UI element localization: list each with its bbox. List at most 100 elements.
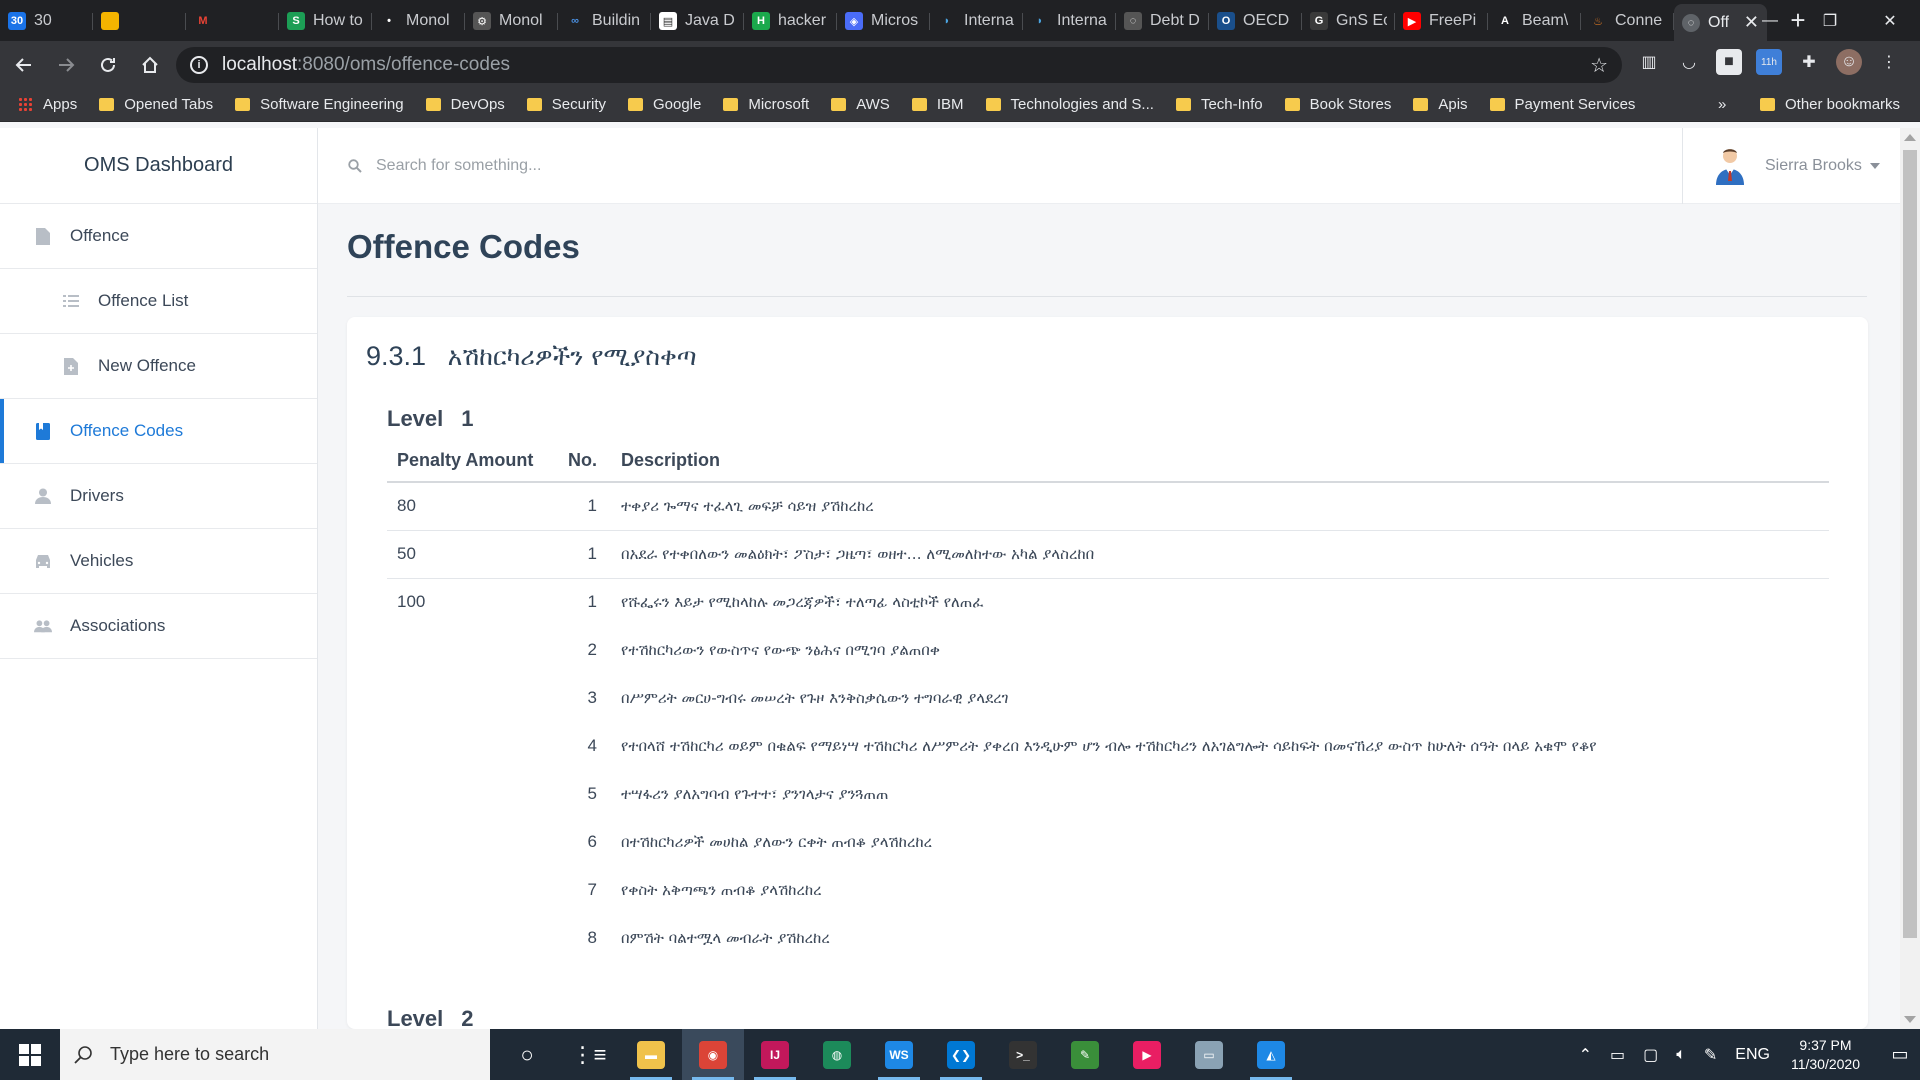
bookmark-item[interactable]: Opened Tabs bbox=[99, 96, 213, 113]
tab-favicon-icon: ◗ bbox=[1031, 12, 1049, 30]
browser-tab[interactable]: ⚙ Monol bbox=[465, 4, 558, 38]
bookmark-item[interactable]: Apis bbox=[1413, 96, 1468, 113]
bookmark-item[interactable]: Apps bbox=[18, 96, 77, 113]
browser-tab[interactable]: M bbox=[186, 4, 279, 38]
browser-tab[interactable]: ◈ Micros bbox=[837, 4, 930, 38]
calendar-extension-icon[interactable]: 11h bbox=[1756, 49, 1782, 75]
clock[interactable]: 9:37 PM 11/30/2020 bbox=[1791, 1036, 1860, 1074]
sidebar-item-offence-codes[interactable]: Offence Codes bbox=[0, 399, 317, 464]
pocket-icon[interactable]: ◡ bbox=[1676, 49, 1702, 75]
browser-tab[interactable]: ▤ Java D bbox=[651, 4, 744, 38]
taskbar-photos-button[interactable]: ◭ bbox=[1240, 1029, 1302, 1080]
browser-menu-icon[interactable]: ⋮ bbox=[1876, 49, 1902, 75]
reload-button[interactable] bbox=[90, 47, 126, 83]
bookmark-item[interactable]: Google bbox=[627, 96, 701, 113]
offence-description-cell: በምሽት ባልተሟላ መብራት ያሽከረከረ bbox=[621, 929, 830, 947]
browser-tab[interactable]: 30 30 bbox=[0, 4, 93, 38]
taskbar-intellij-button[interactable]: IJ bbox=[744, 1029, 806, 1080]
sidebar-item-label: Offence List bbox=[98, 291, 189, 310]
browser-tab[interactable]: S How to bbox=[279, 4, 372, 38]
show-hidden-icons-chevron-icon[interactable]: ⌃ bbox=[1579, 1045, 1592, 1065]
taskbar-terminal-button[interactable]: >_ bbox=[992, 1029, 1054, 1080]
screenshot-extension-icon[interactable]: ■ bbox=[1716, 49, 1742, 75]
browser-tab[interactable]: ◌ Debt D bbox=[1116, 4, 1209, 38]
browser-tab[interactable]: ▶ FreePi bbox=[1395, 4, 1488, 38]
taskbar-gitkraken-button[interactable]: ◍ bbox=[806, 1029, 868, 1080]
bookmark-item[interactable]: Microsoft bbox=[723, 96, 809, 113]
bookmark-item[interactable]: Security bbox=[526, 96, 606, 113]
taskbar-notepad-button[interactable]: ✎ bbox=[1054, 1029, 1116, 1080]
taskbar-task-view-button[interactable]: ○ bbox=[496, 1029, 558, 1080]
profile-avatar-icon[interactable]: ☺ bbox=[1836, 49, 1862, 75]
user-menu[interactable]: Sierra Brooks bbox=[1682, 128, 1900, 204]
battery-icon[interactable]: ▭ bbox=[1610, 1045, 1625, 1065]
table-row: 7 የቀስት አቅጣጫን ጠብቆ ያላሽከረከረ bbox=[387, 866, 1829, 914]
browser-tab[interactable]: G GnS Ec bbox=[1302, 4, 1395, 38]
browser-tab[interactable]: Hhacker bbox=[744, 4, 837, 38]
back-button[interactable] bbox=[6, 47, 42, 83]
volume-icon[interactable]: 🔈︎ bbox=[1676, 1046, 1686, 1064]
maximize-button[interactable]: ❐ bbox=[1800, 0, 1860, 41]
address-bar[interactable]: i localhost:8080/oms/offence-codes ☆ bbox=[176, 47, 1622, 83]
language-indicator[interactable]: ENG bbox=[1735, 1046, 1770, 1064]
minimize-button[interactable]: — bbox=[1740, 0, 1800, 41]
taskbar-chrome-button[interactable]: ◉ bbox=[682, 1029, 744, 1080]
browser-tab[interactable]: • Monol bbox=[372, 4, 465, 38]
extensions-puzzle-icon[interactable]: ✚ bbox=[1796, 49, 1822, 75]
tab-label: How to bbox=[313, 12, 363, 29]
chevron-down-icon bbox=[1869, 163, 1880, 169]
bookmark-item[interactable]: Technologies and S... bbox=[985, 96, 1154, 113]
sidebar-item-new-offence[interactable]: New Offence bbox=[0, 334, 317, 399]
bookmark-item[interactable]: Book Stores bbox=[1284, 96, 1391, 113]
network-icon[interactable]: ▢ bbox=[1643, 1045, 1658, 1065]
browser-tab[interactable]: ◗ Interna bbox=[1023, 4, 1116, 38]
other-bookmarks[interactable]: Other bookmarks bbox=[1760, 96, 1900, 113]
brand-title[interactable]: OMS Dashboard bbox=[0, 128, 317, 204]
bookmark-item[interactable]: Tech-Info bbox=[1175, 96, 1263, 113]
sidebar-item-associations[interactable]: Associations bbox=[0, 594, 317, 659]
search-icon bbox=[348, 158, 364, 174]
sidebar-item-offence-list[interactable]: Offence List bbox=[0, 269, 317, 334]
browser-tab[interactable]: ∞ Buildin bbox=[558, 4, 651, 38]
page-scrollbar[interactable] bbox=[1900, 128, 1920, 1029]
bookmarks-overflow-button[interactable]: » bbox=[1718, 96, 1726, 113]
taskbar-file-explorer-button[interactable]: ▬ bbox=[620, 1029, 682, 1080]
bookmark-item[interactable]: AWS bbox=[831, 96, 890, 113]
bookmark-star-icon[interactable]: ☆ bbox=[1590, 53, 1608, 78]
bookmark-item[interactable]: IBM bbox=[911, 96, 964, 113]
browser-tab[interactable]: ♨ Conne bbox=[1581, 4, 1674, 38]
reading-list-icon[interactable]: ▥ bbox=[1636, 49, 1662, 75]
scroll-up-arrow-icon[interactable] bbox=[1904, 134, 1916, 141]
scrollbar-thumb[interactable] bbox=[1903, 150, 1917, 938]
bookmark-item[interactable]: Payment Services bbox=[1489, 96, 1635, 113]
sidebar-item-vehicles[interactable]: Vehicles bbox=[0, 529, 317, 594]
search-input[interactable] bbox=[376, 156, 1176, 175]
home-button[interactable] bbox=[132, 47, 168, 83]
bookmark-item[interactable]: DevOps bbox=[425, 96, 505, 113]
taskbar-search-box[interactable]: Type here to search bbox=[60, 1029, 490, 1080]
bookmark-label: AWS bbox=[856, 96, 890, 113]
bookmark-item[interactable]: Software Engineering bbox=[235, 96, 404, 113]
browser-tab[interactable]: ◗ Interna bbox=[930, 4, 1023, 38]
forward-button[interactable] bbox=[48, 47, 84, 83]
pen-icon[interactable]: ✎ bbox=[1704, 1045, 1717, 1065]
sidebar-item-drivers[interactable]: Drivers bbox=[0, 464, 317, 529]
site-info-icon[interactable]: i bbox=[190, 56, 208, 74]
browser-tab[interactable] bbox=[93, 4, 186, 38]
browser-tab[interactable]: O OECD bbox=[1209, 4, 1302, 38]
globe-icon: ◌ bbox=[1682, 13, 1700, 32]
taskbar-webstorm-button[interactable]: WS bbox=[868, 1029, 930, 1080]
taskbar-search-placeholder: Type here to search bbox=[110, 1044, 270, 1064]
taskbar-vscode-button[interactable]: ❮❯ bbox=[930, 1029, 992, 1080]
taskbar-timeline-button[interactable]: ⋮≡ bbox=[558, 1029, 620, 1080]
sidebar-item-offence[interactable]: Offence bbox=[0, 204, 317, 269]
browser-tab[interactable]: A Beam\ bbox=[1488, 4, 1581, 38]
start-button[interactable] bbox=[0, 1029, 60, 1080]
close-window-button[interactable]: ✕ bbox=[1860, 0, 1920, 41]
taskbar-laptop-button[interactable]: ▭ bbox=[1178, 1029, 1240, 1080]
taskbar-media-button[interactable]: ▶ bbox=[1116, 1029, 1178, 1080]
penalty-amount-cell bbox=[387, 866, 557, 914]
book-icon bbox=[34, 422, 52, 440]
scroll-down-arrow-icon[interactable] bbox=[1904, 1016, 1916, 1023]
notifications-icon[interactable]: ▭ bbox=[1880, 1044, 1920, 1065]
